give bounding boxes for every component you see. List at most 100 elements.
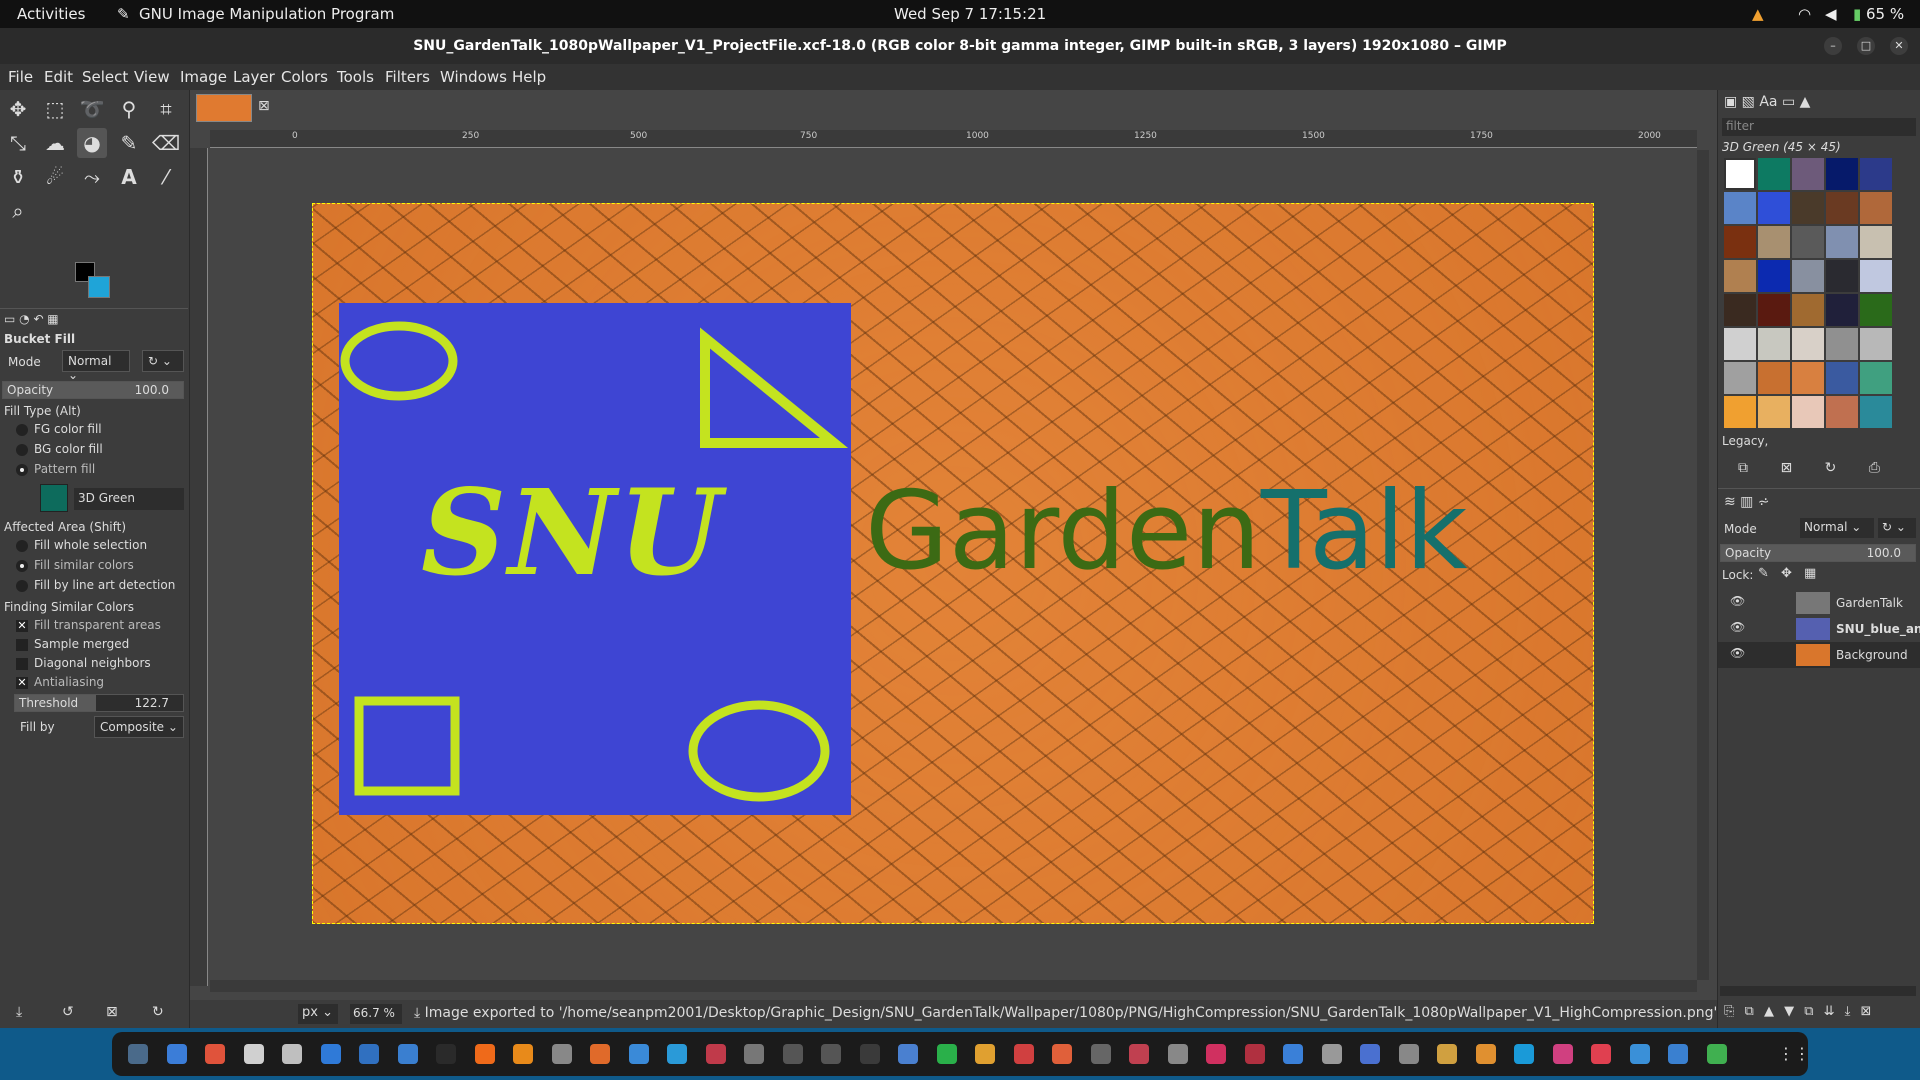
taskbar-app-icon[interactable] [397,1044,418,1064]
threshold-slider[interactable]: Threshold 122.7 [14,694,184,712]
image-canvas[interactable]: SNU GardenTalk [312,203,1594,924]
taskbar-app-icon[interactable] [821,1044,841,1064]
wifi-icon[interactable]: ◠ [1798,5,1811,23]
diagonal-neighbors-checkbox[interactable] [16,658,28,670]
background-color-swatch[interactable] [88,276,110,298]
pattern-swatch[interactable] [1860,226,1892,258]
taskbar-app-icon[interactable] [744,1044,764,1064]
menu-select[interactable]: Select [82,68,128,86]
pattern-swatch[interactable] [1724,294,1756,326]
taskbar-app-icon[interactable] [1090,1044,1111,1064]
pattern-swatch[interactable] [1792,158,1824,190]
taskbar-app-icon[interactable] [936,1044,957,1064]
taskbar-app-icon[interactable] [1591,1044,1611,1064]
activities-button[interactable]: Activities [17,5,85,23]
pattern-swatch[interactable] [1826,396,1858,428]
taskbar-app-icon[interactable] [1283,1044,1303,1064]
taskbar-app-icon[interactable] [590,1044,610,1064]
image-tab-thumbnail[interactable] [196,94,252,122]
layer-row-background[interactable]: 👁 Background [1718,642,1920,668]
taskbar-app-icon[interactable] [1129,1044,1149,1064]
taskbar-app-icon[interactable] [1668,1044,1688,1064]
taskbar-app-icon[interactable] [1013,1044,1034,1064]
taskbar-app-icon[interactable] [243,1044,264,1064]
pattern-swatch[interactable] [1724,192,1756,224]
layer-row-snu[interactable]: 👁 SNU_blue_and [1718,616,1920,642]
pattern-swatch[interactable] [1860,396,1892,428]
pattern-swatch[interactable] [1860,158,1892,190]
warp-tool-icon[interactable]: ☁ [40,128,70,158]
layer-row-gardentalk[interactable]: 👁 GardenTalk [1718,590,1920,616]
pattern-swatch[interactable] [1724,328,1756,360]
eye-icon[interactable]: 👁 [1730,646,1745,660]
pattern-swatch[interactable] [1860,192,1892,224]
pattern-swatch[interactable] [1724,158,1756,190]
move-tool-icon[interactable]: ✥ [3,94,33,124]
pattern-swatch[interactable] [1792,328,1824,360]
layer-mode-dropdown[interactable]: Normal ⌄ [1800,518,1874,538]
bg-fill-radio[interactable] [16,444,28,456]
taskbar-app-icon[interactable] [320,1044,341,1064]
pattern-swatch[interactable] [1724,362,1756,394]
pattern-swatch[interactable] [1826,158,1858,190]
close-button[interactable]: ✕ [1890,37,1908,55]
lock-icons[interactable]: ✎ ✥ ▦ [1758,566,1816,581]
taskbar-app-icon[interactable] [513,1044,533,1064]
dock-tabs-icon[interactable]: ▣ ▧ Aa ▭ ▲ [1724,94,1810,110]
menu-filters[interactable]: Filters [385,68,430,86]
menu-edit[interactable]: Edit [44,68,73,86]
pattern-swatch[interactable] [1758,158,1790,190]
pattern-swatch[interactable] [1792,294,1824,326]
pattern-swatch[interactable] [1860,294,1892,326]
pattern-swatch[interactable] [1792,192,1824,224]
pattern-swatch[interactable] [1860,328,1892,360]
line-art-radio[interactable] [16,580,28,592]
minimize-button[interactable]: – [1824,37,1842,55]
pattern-swatch[interactable] [1758,328,1790,360]
taskbar-app-icon[interactable] [705,1044,726,1064]
pattern-swatch[interactable] [1758,362,1790,394]
taskbar-app-icon[interactable] [1629,1044,1650,1064]
taskbar-app-icon[interactable] [667,1044,687,1064]
menu-layer[interactable]: Layer [233,68,275,86]
mode-reset-button[interactable]: ↻ ⌄ [142,350,184,372]
warning-icon[interactable]: ▲ [1752,5,1764,23]
taskbar-app-icon[interactable] [859,1044,880,1064]
taskbar-app-icon[interactable] [282,1044,302,1064]
taskbar-app-icon[interactable] [1244,1044,1265,1064]
image-tab-close-icon[interactable]: ⊠ [258,98,270,114]
lasso-tool-icon[interactable]: ➰ [77,94,107,124]
show-apps-icon[interactable]: ⋮⋮ [1778,1044,1810,1064]
layer-actions-icon[interactable]: ⎘ ⧉ ▲ ▼ ⧉ ⇊ ⤓ ⊠ [1724,1004,1871,1019]
pattern-swatch[interactable] [1826,192,1858,224]
zoom-dropdown[interactable]: 66.7 % [350,1004,402,1024]
opacity-slider[interactable]: Opacity 100.0 [2,381,184,399]
whole-selection-radio[interactable] [16,540,28,552]
fill-by-dropdown[interactable]: Composite ⌄ [94,716,184,738]
pattern-swatch[interactable] [1826,294,1858,326]
taskbar-app-icon[interactable] [1706,1044,1727,1064]
taskbar-app-icon[interactable] [1206,1044,1226,1064]
taskbar-app-icon[interactable] [628,1044,649,1064]
pattern-swatch[interactable] [1724,226,1756,258]
pattern-swatch[interactable] [1758,192,1790,224]
mode-dropdown[interactable]: Normal ⌄ [62,350,130,382]
pattern-swatch[interactable] [1826,226,1858,258]
paths-tool-icon[interactable]: ⤳ [77,162,107,192]
pattern-swatch[interactable] [1724,396,1756,428]
pattern-swatch[interactable] [1758,396,1790,428]
pattern-name-field[interactable]: 3D Green [74,488,184,510]
fg-fill-radio[interactable] [16,424,28,436]
taskbar-app-icon[interactable] [551,1044,572,1064]
taskbar-app-icon[interactable] [1398,1044,1419,1064]
pattern-swatch[interactable] [1724,260,1756,292]
menu-image[interactable]: Image [180,68,227,86]
taskbar-app-icon[interactable] [1475,1044,1496,1064]
clock[interactable]: Wed Sep 7 17:15:21 [894,5,1046,23]
taskbar-app-icon[interactable] [1552,1044,1573,1064]
tool-options-tab-icon[interactable]: ▭ ◔ ↶ ▦ [4,312,59,326]
sample-merged-checkbox[interactable] [16,639,28,651]
pattern-swatch[interactable] [1758,294,1790,326]
eye-icon[interactable]: 👁 [1730,594,1745,608]
taskbar-app-icon[interactable] [1052,1044,1072,1064]
